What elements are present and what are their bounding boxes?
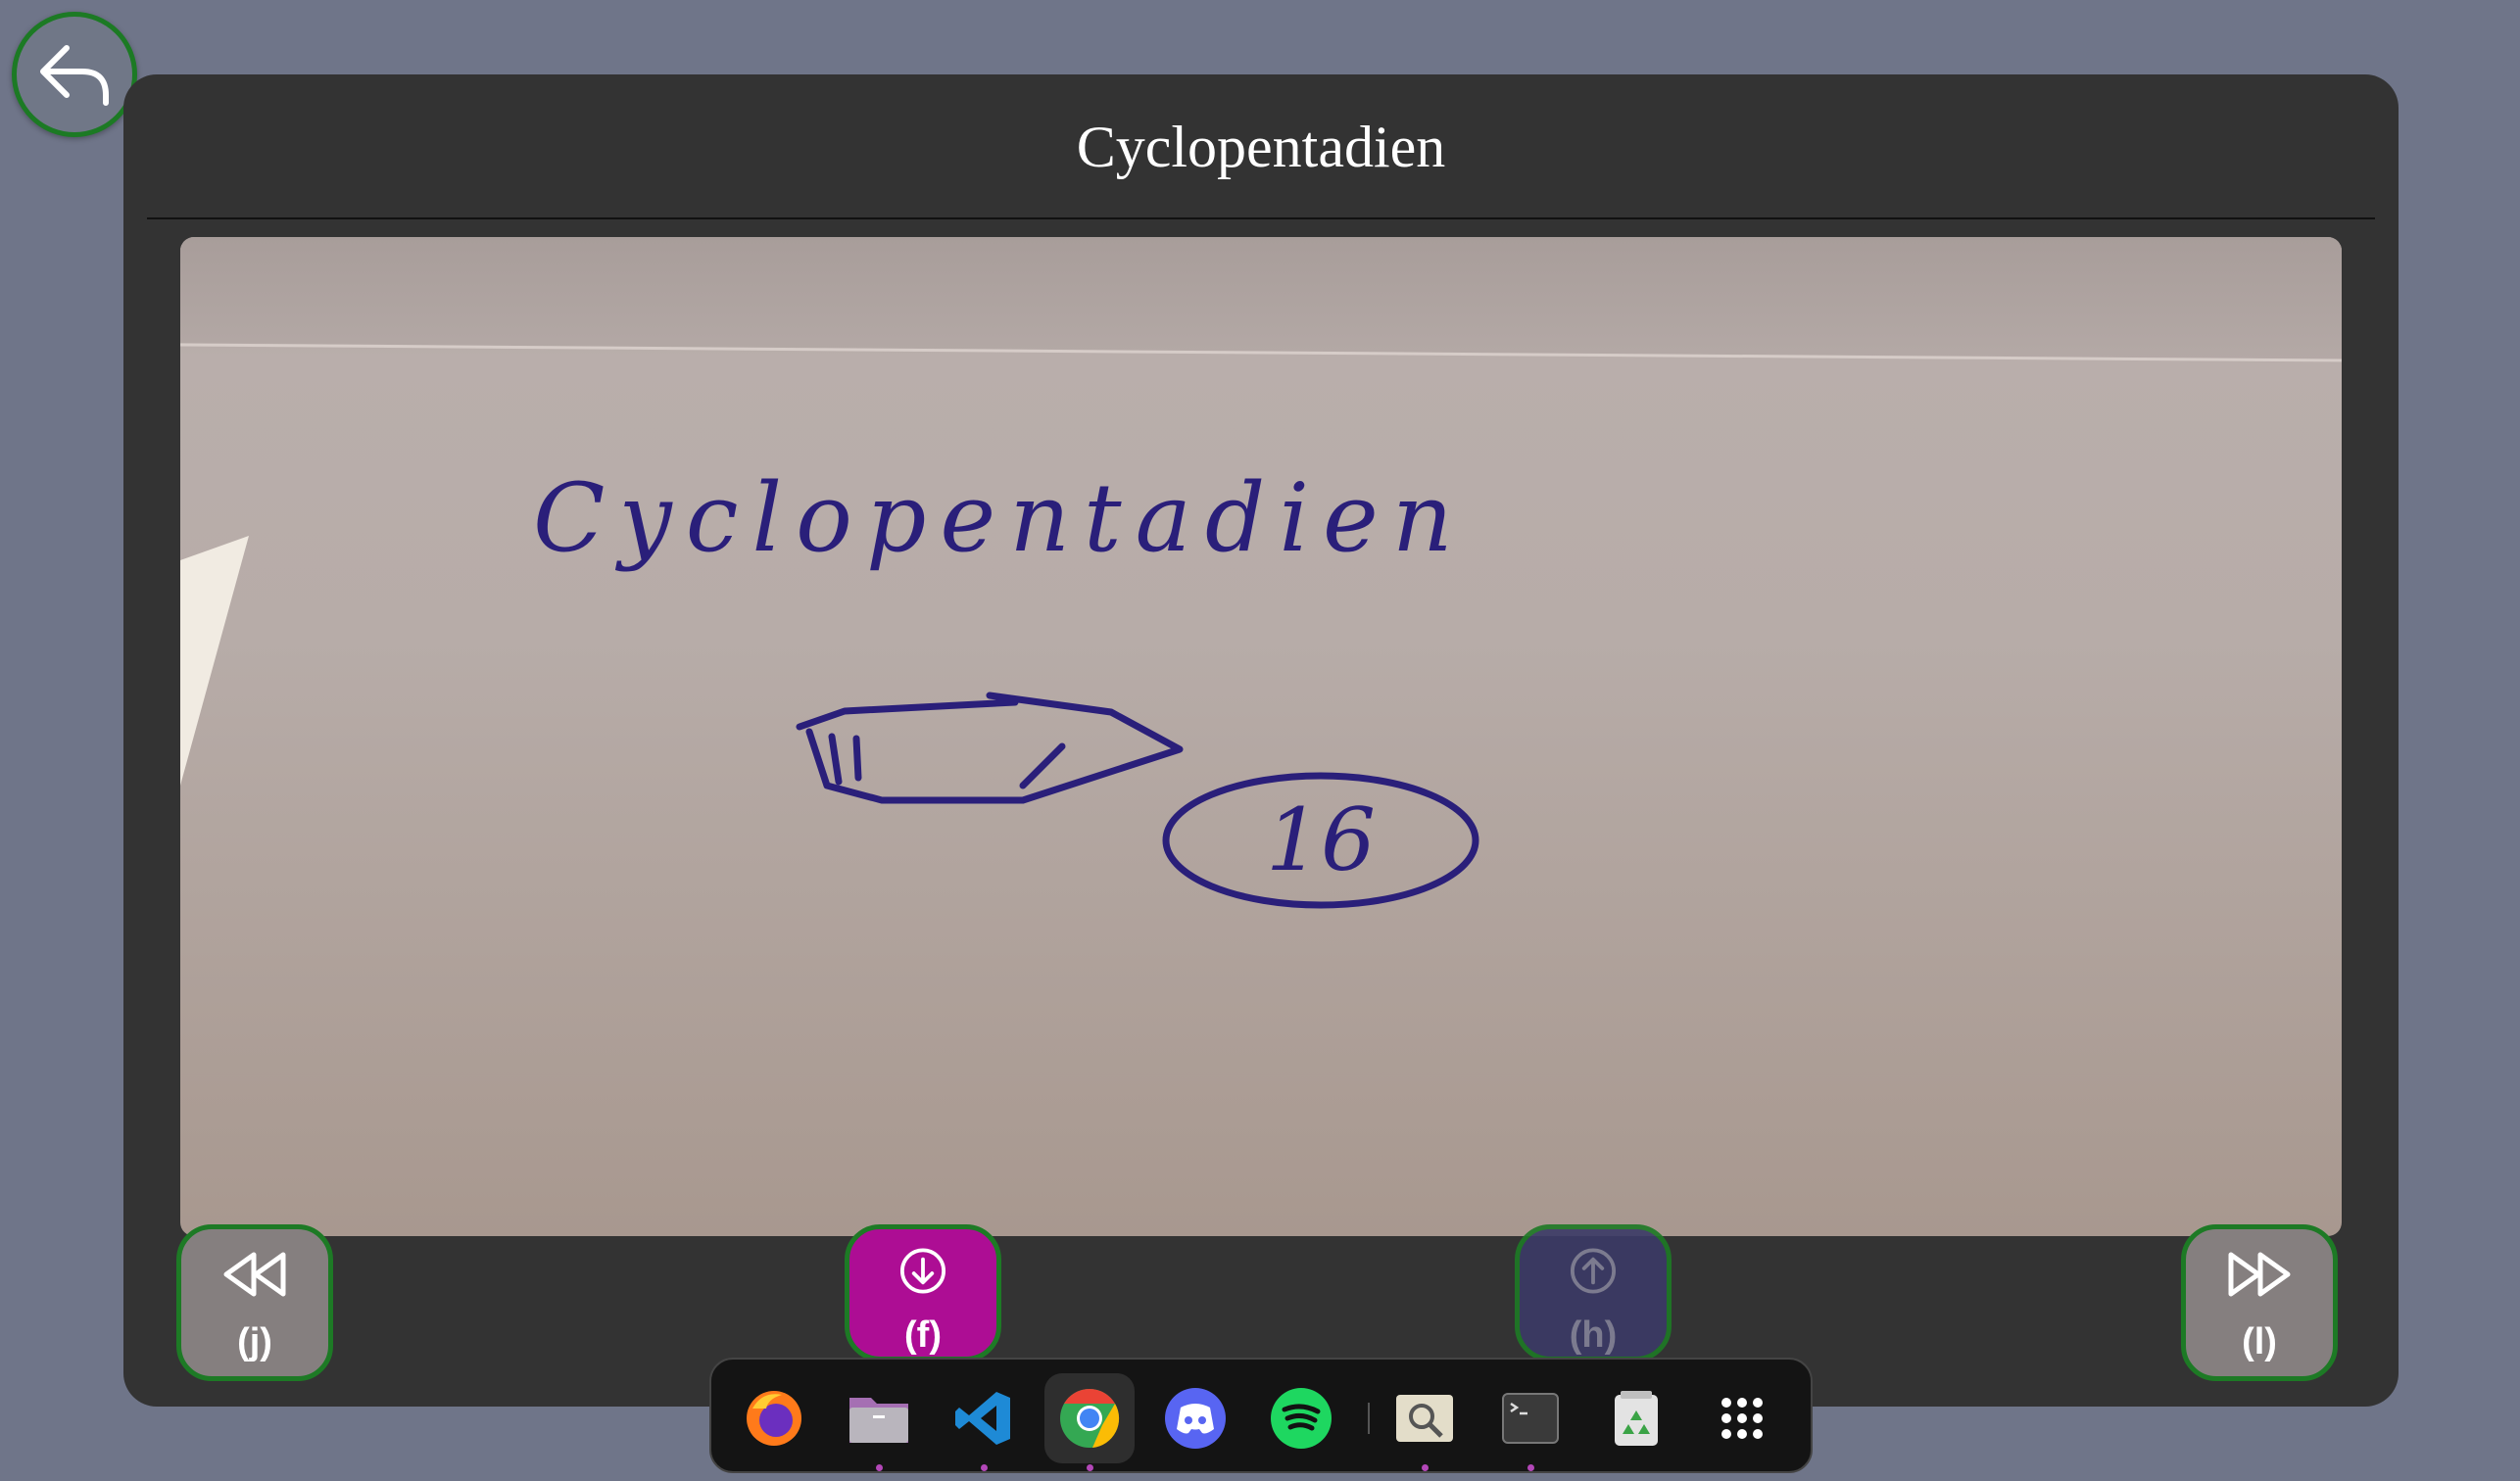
dock-files[interactable] xyxy=(834,1373,924,1471)
chrome-icon xyxy=(1060,1389,1120,1448)
dock-vscode[interactable] xyxy=(939,1373,1029,1471)
previous-shortcut-label: (j) xyxy=(237,1321,272,1362)
badge-number: 16 xyxy=(1266,789,1376,890)
image-search-icon xyxy=(1396,1395,1453,1442)
running-indicator xyxy=(1087,1464,1093,1471)
back-button[interactable] xyxy=(12,12,137,137)
dock-chrome[interactable] xyxy=(1044,1373,1135,1471)
upload-button[interactable]: (h) xyxy=(1515,1224,1672,1362)
firefox-icon xyxy=(747,1391,801,1446)
discord-icon xyxy=(1165,1388,1226,1449)
fast-forward-icon xyxy=(2228,1252,2291,1297)
next-card-button[interactable]: (l) xyxy=(2181,1224,2338,1381)
dock-image-viewer[interactable] xyxy=(1380,1373,1470,1471)
terminal-icon xyxy=(1502,1393,1559,1444)
download-button[interactable]: (f) xyxy=(845,1224,1001,1362)
vscode-icon xyxy=(955,1392,1010,1445)
upload-shortcut-label: (h) xyxy=(1569,1314,1618,1356)
app-grid-icon xyxy=(1721,1398,1763,1439)
dock-terminal[interactable] xyxy=(1485,1373,1575,1471)
card-title: Cyclopentadien xyxy=(1076,115,1446,179)
taskbar-dock xyxy=(709,1358,1813,1473)
rewind-icon xyxy=(223,1252,286,1297)
dock-app-grid[interactable] xyxy=(1697,1373,1787,1463)
folder-icon xyxy=(849,1398,908,1443)
pentagon-sketch xyxy=(796,692,1184,804)
title-divider xyxy=(147,217,2375,219)
reply-arrow-icon xyxy=(40,45,109,106)
running-indicator xyxy=(876,1464,883,1471)
card-photo: Cyclopentadien 16 xyxy=(180,237,2342,1236)
dock-spotify[interactable] xyxy=(1256,1373,1346,1463)
handwritten-label: Cyclopentadien xyxy=(533,463,1467,573)
running-indicator xyxy=(1422,1464,1429,1471)
recycle-bin-icon xyxy=(1615,1391,1658,1446)
circled-number-badge: 16 xyxy=(1162,772,1479,909)
flashcard-panel: Cyclopentadien Cyclopentadien 16 xyxy=(123,74,2399,1407)
dock-firefox[interactable] xyxy=(729,1373,819,1463)
spotify-icon xyxy=(1271,1388,1332,1449)
running-indicator xyxy=(981,1464,988,1471)
arrow-up-circle-icon xyxy=(1570,1248,1617,1294)
running-indicator xyxy=(1527,1464,1534,1471)
arrow-down-circle-icon xyxy=(899,1248,946,1294)
dock-trash[interactable] xyxy=(1591,1373,1681,1463)
dock-discord[interactable] xyxy=(1150,1373,1240,1463)
next-shortcut-label: (l) xyxy=(2242,1321,2277,1362)
dock-separator xyxy=(1368,1403,1370,1434)
previous-card-button[interactable]: (j) xyxy=(176,1224,333,1381)
download-shortcut-label: (f) xyxy=(904,1314,942,1356)
